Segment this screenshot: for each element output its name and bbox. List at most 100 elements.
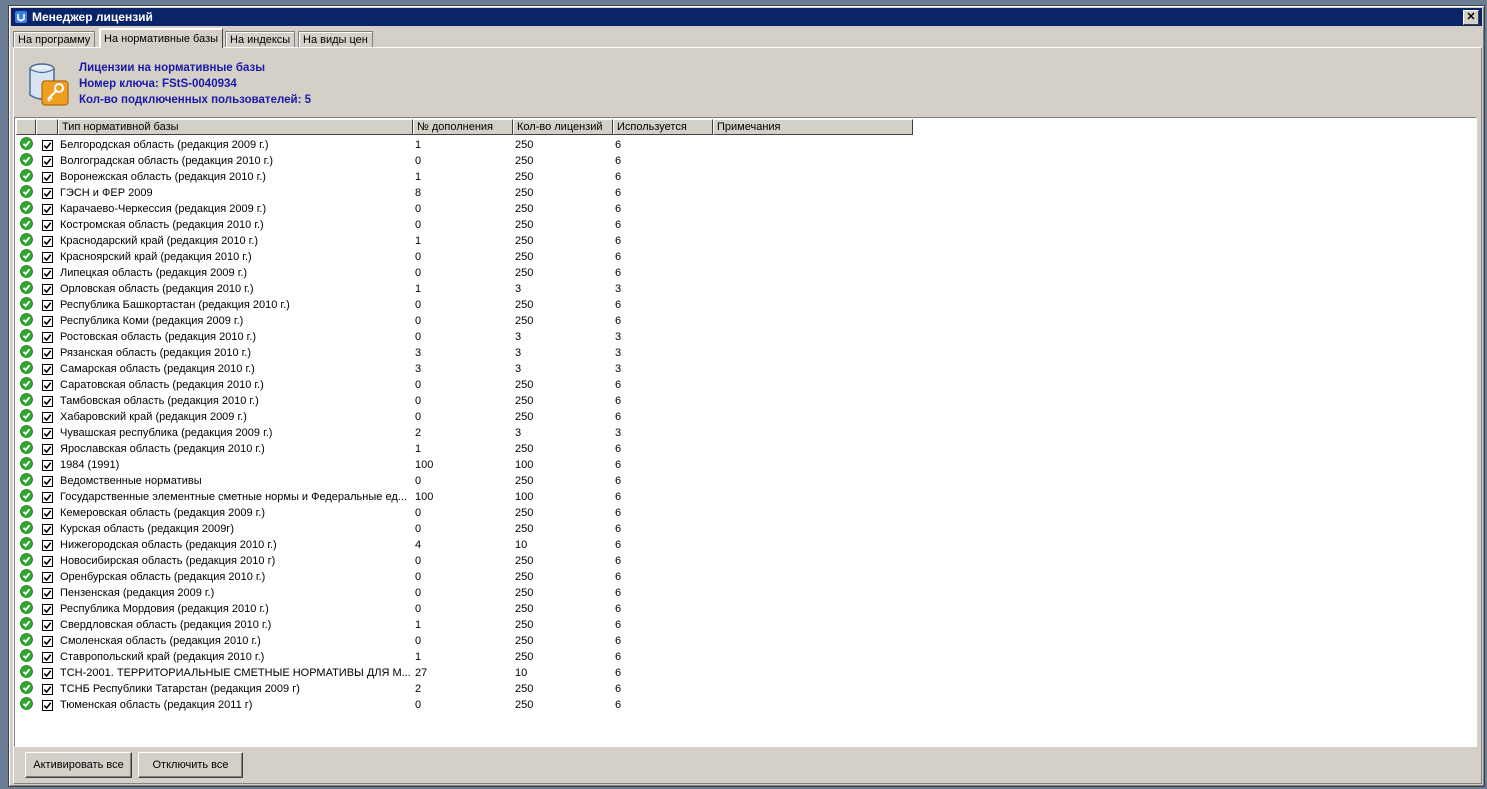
row-checkbox[interactable] (41, 427, 53, 439)
row-checkbox[interactable] (41, 443, 53, 455)
row-checkbox[interactable] (41, 155, 53, 167)
row-checkbox[interactable] (41, 411, 53, 423)
table-row[interactable]: Пензенская (редакция 2009 г.) 0 250 6 (16, 585, 913, 601)
row-checkbox[interactable] (41, 619, 53, 631)
row-checkbox[interactable] (41, 363, 53, 375)
title-bar[interactable]: Менеджер лицензий ✕ (11, 8, 1482, 26)
table-row[interactable]: Смоленская область (редакция 2010 г.) 0 25… (16, 633, 913, 649)
row-checkbox[interactable] (41, 507, 53, 519)
table-row[interactable]: Свердловская область (редакция 2010 г.) 1… (16, 617, 913, 633)
row-checkbox[interactable] (41, 187, 53, 199)
table-row[interactable]: Курская область (редакция 2009г) 0 250 6 (16, 521, 913, 537)
row-checkbox[interactable] (41, 603, 53, 615)
supplement-number-cell: 1 (415, 171, 422, 183)
row-checkbox[interactable] (41, 203, 53, 215)
row-checkbox[interactable] (41, 555, 53, 567)
table-row[interactable]: Республика Мордовия (редакция 2010 г.) 0 2… (16, 601, 913, 617)
table-row[interactable]: Ростовская область (редакция 2010 г.) 0 3 3 (16, 329, 913, 345)
table-row[interactable]: Воронежская область (редакция 2010 г.) 1 2… (16, 169, 913, 185)
table-row[interactable]: Нижегородская область (редакция 2010 г.)… (16, 537, 913, 553)
table-row[interactable]: Белгородская область (редакция 2009 г.) 1… (16, 137, 913, 153)
row-checkbox[interactable] (41, 139, 53, 151)
table-row[interactable]: Липецкая область (редакция 2009 г.) 0 250 6 (16, 265, 913, 281)
used-cell: 3 (615, 331, 622, 343)
table-row[interactable]: Волгоградская область (редакция 2010 г.)… (16, 153, 913, 169)
deactivate-all-button[interactable]: Отключить все (138, 752, 243, 778)
supplement-number-cell: 0 (415, 331, 422, 343)
table-row[interactable]: ГЭСН и ФЕР 2009 8 250 6 (16, 185, 913, 201)
table-row[interactable]: 1984 (1991) 100 100 6 (16, 457, 913, 473)
row-checkbox[interactable] (41, 251, 53, 263)
row-checkbox[interactable] (41, 283, 53, 295)
license-count-cell: 250 (515, 187, 534, 199)
header-supplement-number[interactable]: № дополнения (413, 119, 513, 135)
row-checkbox[interactable] (41, 299, 53, 311)
table-row[interactable]: Тамбовская область (редакция 2010 г.) 0 25… (16, 393, 913, 409)
table-row[interactable]: Самарская область (редакция 2010 г.) 3 3 3 (16, 361, 913, 377)
table-row[interactable]: ТСНБ Республики Татарстан (редакция 2009… (16, 681, 913, 697)
table-row[interactable]: Кемеровская область (редакция 2009 г.) 0 2… (16, 505, 913, 521)
row-checkbox[interactable] (41, 635, 53, 647)
close-button[interactable]: ✕ (1463, 10, 1479, 25)
header-status[interactable] (16, 119, 36, 135)
row-checkbox[interactable] (41, 235, 53, 247)
row-checkbox[interactable] (41, 667, 53, 679)
table-row[interactable]: Костромская область (редакция 2010 г.) 0 2… (16, 217, 913, 233)
license-table[interactable]: Тип нормативной базы № дополнения Кол-во… (14, 117, 1477, 747)
activate-all-button[interactable]: Активировать все (25, 752, 132, 778)
status-ok-icon (19, 313, 33, 329)
table-row[interactable]: Краснодарский край (редакция 2010 г.) 1 25… (16, 233, 913, 249)
header-notes[interactable]: Примечания (713, 119, 913, 135)
table-row[interactable]: Саратовская область (редакция 2010 г.) 0 2… (16, 377, 913, 393)
header-check[interactable] (36, 119, 58, 135)
row-checkbox[interactable] (41, 523, 53, 535)
table-row[interactable]: Хабаровский край (редакция 2009 г.) 0 250 6 (16, 409, 913, 425)
base-type-cell: Чувашская республика (редакция 2009 г.) (60, 427, 273, 439)
table-row[interactable]: Республика Коми (редакция 2009 г.) 0 250 6 (16, 313, 913, 329)
license-count-cell: 10 (515, 539, 528, 551)
row-checkbox[interactable] (41, 171, 53, 183)
row-checkbox[interactable] (41, 651, 53, 663)
row-checkbox[interactable] (41, 267, 53, 279)
row-checkbox[interactable] (41, 395, 53, 407)
table-row[interactable]: Чувашская республика (редакция 2009 г.) 2… (16, 425, 913, 441)
row-checkbox[interactable] (41, 331, 53, 343)
close-icon: ✕ (1466, 11, 1476, 23)
tab-price-types[interactable]: На виды цен (298, 31, 373, 48)
table-row[interactable]: Новосибирская область (редакция 2010 г) 0… (16, 553, 913, 569)
license-count-cell: 250 (515, 635, 534, 647)
row-checkbox[interactable] (41, 539, 53, 551)
table-row[interactable]: Оренбурская область (редакция 2010 г.) 0 2… (16, 569, 913, 585)
row-checkbox[interactable] (41, 587, 53, 599)
status-ok-icon (19, 585, 33, 601)
tab-program[interactable]: На программу (13, 31, 96, 48)
table-row[interactable]: ТСН-2001. ТЕРРИТОРИАЛЬНЫЕ СМЕТНЫЕ НОРМАТ… (16, 665, 913, 681)
table-row[interactable]: Ярославская область (редакция 2010 г.) 1 2… (16, 441, 913, 457)
row-checkbox[interactable] (41, 699, 53, 711)
row-checkbox[interactable] (41, 571, 53, 583)
table-row[interactable]: Орловская область (редакция 2010 г.) 1 3 3 (16, 281, 913, 297)
table-row[interactable]: Тюменская область (редакция 2011 г) 0 250 6 (16, 697, 913, 713)
table-row[interactable]: Государственные элементные сметные нормы… (16, 489, 913, 505)
tab-normative-bases[interactable]: На нормативные базы (99, 28, 224, 48)
table-row[interactable]: Красноярский край (редакция 2010 г.) 0 250… (16, 249, 913, 265)
tab-indexes[interactable]: На индексы (225, 31, 296, 48)
row-checkbox[interactable] (41, 347, 53, 359)
base-type-cell: Краснодарский край (редакция 2010 г.) (60, 235, 259, 247)
table-row[interactable]: Республика Башкортастан (редакция 2010 г… (16, 297, 913, 313)
row-checkbox[interactable] (41, 219, 53, 231)
table-row[interactable]: Рязанская область (редакция 2010 г.) 3 3 3 (16, 345, 913, 361)
row-checkbox[interactable] (41, 459, 53, 471)
header-used[interactable]: Используется (613, 119, 713, 135)
status-ok-icon (19, 489, 33, 505)
row-checkbox[interactable] (41, 491, 53, 503)
row-checkbox[interactable] (41, 379, 53, 391)
table-row[interactable]: Карачаево-Черкессия (редакция 2009 г.) 0 2… (16, 201, 913, 217)
table-row[interactable]: Ставропольский край (редакция 2010 г.) 1 2… (16, 649, 913, 665)
header-base-type[interactable]: Тип нормативной базы (58, 119, 413, 135)
table-row[interactable]: Ведомственные нормативы 0 250 6 (16, 473, 913, 489)
header-license-count[interactable]: Кол-во лицензий (513, 119, 613, 135)
row-checkbox[interactable] (41, 475, 53, 487)
row-checkbox[interactable] (41, 315, 53, 327)
row-checkbox[interactable] (41, 683, 53, 695)
